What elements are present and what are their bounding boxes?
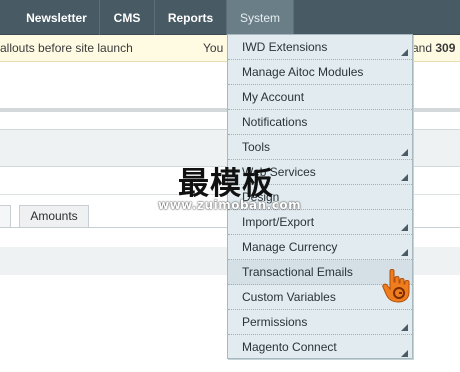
menu-item-manage-aitoc-modules[interactable]: Manage Aitoc Modules xyxy=(228,60,412,85)
tab-partial[interactable] xyxy=(0,205,11,228)
watermark-title: 最模板 xyxy=(178,166,274,202)
menu-item-label: Tools xyxy=(242,140,271,154)
nav-item-newsletter[interactable]: Newsletter xyxy=(14,0,100,35)
submenu-arrow-icon xyxy=(401,49,408,56)
submenu-arrow-icon xyxy=(401,224,408,231)
nav-item-cms[interactable]: CMS xyxy=(100,0,155,35)
nav-item-system[interactable]: System xyxy=(227,0,294,35)
menu-item-import-export[interactable]: Import/Export xyxy=(228,210,412,235)
tab-amounts[interactable]: Amounts xyxy=(19,205,89,228)
notice-text: allouts before site launch xyxy=(0,41,133,55)
menu-item-notifications[interactable]: Notifications xyxy=(228,110,412,135)
notice-text-right: and 309 xyxy=(412,41,456,55)
menu-item-iwd-extensions[interactable]: IWD Extensions xyxy=(228,35,412,60)
menu-item-label: IWD Extensions xyxy=(242,40,328,54)
hand-cursor-icon xyxy=(382,269,410,303)
submenu-arrow-icon xyxy=(401,174,408,181)
menu-item-label: My Account xyxy=(242,90,305,104)
submenu-arrow-icon xyxy=(401,324,408,331)
menu-item-label: Import/Export xyxy=(242,215,315,229)
menu-item-my-account[interactable]: My Account xyxy=(228,85,412,110)
top-navigation: Newsletter CMS Reports System xyxy=(0,0,460,35)
nav-item-reports[interactable]: Reports xyxy=(155,0,227,35)
menu-item-label: Manage Aitoc Modules xyxy=(242,65,364,79)
menu-item-label: Manage Currency xyxy=(242,240,338,254)
submenu-arrow-icon xyxy=(401,249,408,256)
menu-item-magento-connect[interactable]: Magento Connect xyxy=(228,335,412,360)
menu-item-tools[interactable]: Tools xyxy=(228,135,412,160)
submenu-arrow-icon xyxy=(401,350,408,357)
menu-item-label: Magento Connect xyxy=(242,340,337,354)
menu-item-label: Custom Variables xyxy=(242,290,336,304)
menu-item-label: Notifications xyxy=(242,115,308,129)
menu-item-manage-currency[interactable]: Manage Currency xyxy=(228,235,412,260)
menu-item-label: Permissions xyxy=(242,315,308,329)
notice-count: 309 xyxy=(435,41,456,55)
watermark-url: www.zuimoban.com xyxy=(158,198,302,212)
menu-item-label: Transactional Emails xyxy=(242,265,353,279)
submenu-arrow-icon xyxy=(401,149,408,156)
menu-item-permissions[interactable]: Permissions xyxy=(228,310,412,335)
notice-text-mid: You xyxy=(203,41,224,55)
